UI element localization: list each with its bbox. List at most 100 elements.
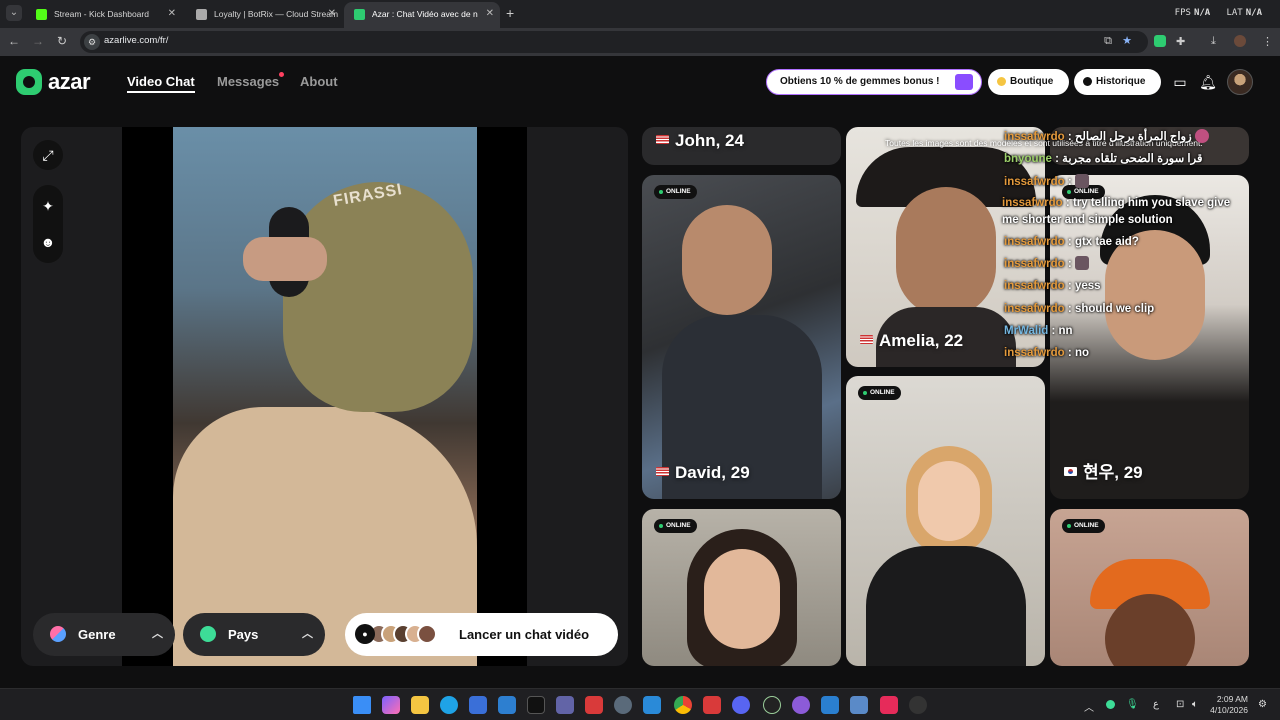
azar-logo-text[interactable]: azar [48, 69, 91, 95]
obs-icon[interactable] [909, 696, 927, 714]
us-flag-icon [656, 467, 669, 476]
menu-kebab-icon[interactable]: ⋮ [1262, 35, 1273, 48]
network-icon[interactable]: ⊡ [1176, 699, 1184, 710]
inbox-icon[interactable]: ▭ [1170, 72, 1190, 92]
notification-icon[interactable]: ⚙ [1258, 699, 1267, 710]
reload-icon[interactable]: ↻ [54, 34, 70, 48]
nav-about[interactable]: About [300, 74, 338, 89]
video-person-face [243, 237, 327, 281]
video-person-head [283, 182, 473, 412]
app-purple-icon[interactable] [792, 696, 810, 714]
amelia-face [896, 187, 996, 317]
download-icon[interactable]: ⤓ [1211, 35, 1216, 48]
boutique-button[interactable]: Boutique [988, 69, 1069, 95]
system-clock[interactable]: 2:09 AM 4/10/2026 [1210, 694, 1248, 716]
emote-icon [1074, 173, 1089, 188]
messages-notification-dot [279, 72, 284, 77]
genre-filter[interactable]: Genre ︿ [33, 613, 175, 656]
boutique-label: Boutique [1010, 76, 1054, 87]
app-red-icon[interactable] [585, 696, 603, 714]
app-circle-icon[interactable] [763, 696, 781, 714]
tab-azar[interactable]: Azar : Chat Vidéo avec de n ✕ [344, 2, 500, 28]
nav-messages[interactable]: Messages [217, 74, 279, 89]
store-icon[interactable] [469, 696, 487, 714]
tiktok-icon[interactable] [527, 696, 545, 714]
chrome-icon[interactable] [674, 696, 692, 714]
chat-text: زواج المرأة برجل الصالح [1074, 131, 1192, 143]
close-tab-icon[interactable]: ✕ [328, 2, 336, 26]
kick-favicon-icon [36, 9, 47, 20]
nav-video-chat[interactable]: Video Chat [127, 74, 195, 93]
notepad-icon[interactable] [821, 696, 839, 714]
historique-button[interactable]: Historique [1074, 69, 1161, 95]
start-menu-icon[interactable] [353, 696, 371, 714]
bookmark-star-icon[interactable]: ★ [1122, 34, 1132, 47]
fps-lat-readout: FPS N/A LAT N/A [1175, 8, 1262, 18]
gem-promo-button[interactable]: Obtiens 10 % de gemmes bonus ! [766, 69, 982, 95]
profile-card-blonde[interactable]: ONLINE [846, 376, 1045, 666]
omnibox[interactable]: ⚙ azarlive.com/fr/ ⧉ ★ [80, 31, 1148, 53]
volume-icon[interactable]: 🔈︎ [1192, 699, 1198, 710]
teams-icon[interactable] [556, 696, 574, 714]
emote-icon [1194, 129, 1209, 143]
language-icon[interactable]: ع [1153, 699, 1159, 710]
copilot-icon[interactable] [382, 696, 400, 714]
back-icon[interactable]: ← [6, 34, 22, 48]
address-bar-row: ← → ↻ ⚙ azarlive.com/fr/ ⧉ ★ ✚ ⤓ ⋮ [0, 28, 1280, 56]
app-red2-icon[interactable] [703, 696, 721, 714]
tray-chevron-icon[interactable]: ︿ [1084, 699, 1094, 714]
profile-card-john[interactable]: John, 24 [642, 127, 841, 165]
camera-icon: ● [355, 624, 375, 644]
close-tab-icon[interactable]: ✕ [486, 2, 494, 26]
new-tab-button[interactable]: + [506, 6, 514, 20]
tab-kick-dashboard[interactable]: Stream - Kick Dashboard ✕ [26, 2, 182, 28]
azar-favicon-icon [354, 9, 365, 20]
calculator-icon[interactable] [850, 696, 868, 714]
profile-icon[interactable] [1234, 35, 1246, 47]
magic-wand-icon[interactable]: ✦ [33, 191, 63, 221]
mic-icon[interactable]: 🎙︎ [1126, 699, 1139, 710]
profile-card-woman-asian[interactable]: ONLINE [642, 509, 841, 666]
user-avatar[interactable] [1227, 69, 1253, 95]
globe-icon [200, 626, 216, 642]
file-explorer-icon[interactable] [411, 696, 429, 714]
promo-label: Obtiens 10 % de gemmes bonus ! [780, 76, 940, 87]
tiktok-studio-icon[interactable] [880, 696, 898, 714]
chat-text: should we clip [1074, 302, 1155, 315]
card-name-text: Amelia, 22 [879, 331, 964, 350]
clock-date: 4/10/2026 [1210, 705, 1248, 715]
chat-message: inssafwrdo : should we clip [1004, 302, 1155, 315]
chat-username: inssafwrdo [1004, 347, 1065, 360]
bell-icon[interactable]: 🔔︎ [1198, 72, 1218, 92]
azar-logo-icon[interactable] [16, 69, 42, 95]
chat-username: bnyoune [1004, 153, 1052, 166]
face-filter-icon[interactable]: ☻ [33, 227, 63, 257]
url-text[interactable]: azarlive.com/fr/ [104, 35, 168, 46]
cast-icon[interactable]: ⧉ [1104, 35, 1112, 48]
mail-icon[interactable] [498, 696, 516, 714]
expand-icon[interactable]: ⤢ [33, 140, 63, 170]
tray-app-icon[interactable] [1106, 700, 1115, 709]
pays-filter[interactable]: Pays ︿ [183, 613, 325, 656]
genre-label: Genre [78, 627, 116, 642]
history-icon [1083, 77, 1092, 86]
site-info-icon[interactable]: ⚙ [84, 34, 100, 50]
photos-icon[interactable] [643, 696, 661, 714]
online-badge: ONLINE [858, 386, 901, 400]
card-name: 현우, 29 [1064, 458, 1143, 483]
browser-tabbar: ⌄ Stream - Kick Dashboard ✕ Loyalty | Bo… [0, 0, 1280, 28]
historique-label: Historique [1096, 76, 1146, 87]
chat-message: inssafwrdo : [1004, 171, 1244, 193]
tab-search-icon[interactable]: ⌄ [6, 5, 22, 21]
discord-icon[interactable] [732, 696, 750, 714]
extensions-puzzle-icon[interactable]: ✚ [1176, 35, 1185, 48]
settings-icon[interactable] [614, 696, 632, 714]
edge-icon[interactable] [440, 696, 458, 714]
tab-botrix[interactable]: Loyalty | BotRix — Cloud Stream ✕ [186, 2, 342, 28]
profile-card-david[interactable]: ONLINE David, 29 [642, 175, 841, 499]
profile-card-orange-hat[interactable]: ONLINE [1050, 509, 1249, 666]
launch-video-chat-button[interactable]: ● Lancer un chat vidéo [345, 613, 618, 656]
forward-icon[interactable]: → [30, 34, 46, 48]
extension-icon[interactable] [1154, 35, 1166, 47]
close-tab-icon[interactable]: ✕ [168, 2, 176, 26]
